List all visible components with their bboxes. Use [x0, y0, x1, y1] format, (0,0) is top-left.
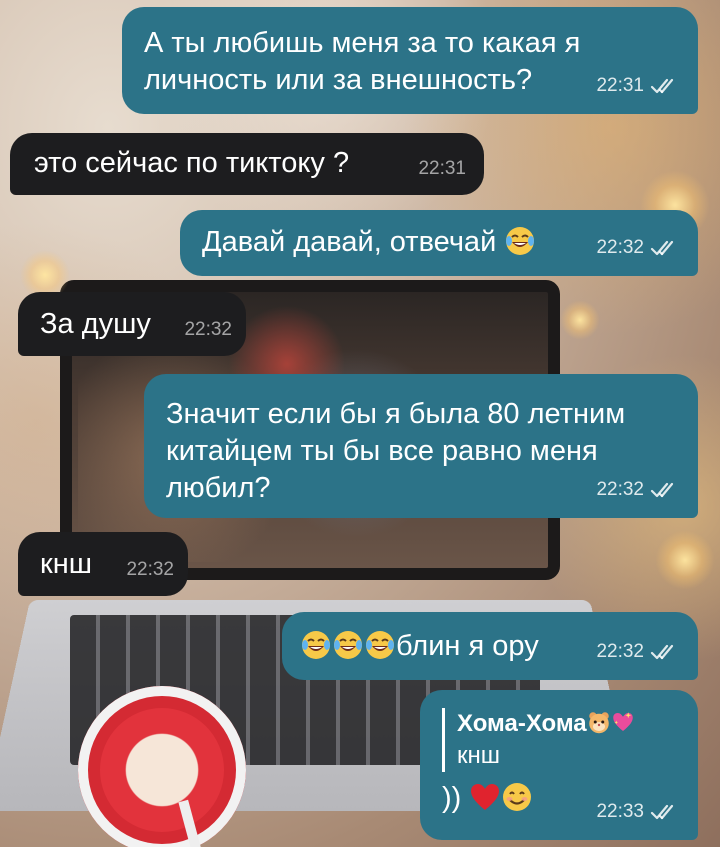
- reply-author: Хома-Хома: [457, 708, 682, 740]
- message-text: )): [442, 782, 462, 814]
- double-check-icon: [650, 643, 680, 661]
- face-with-tears-of-joy-icon: [364, 629, 396, 661]
- message-meta: 22:32: [596, 471, 680, 508]
- message-meta: 22:31: [596, 67, 680, 104]
- message-outgoing[interactable]: А ты любишь меня за то какая я личность …: [122, 7, 698, 114]
- message-outgoing[interactable]: блин я ору 22:32: [282, 612, 698, 680]
- message-meta: 22:32: [596, 633, 680, 670]
- lollipop: [78, 686, 246, 847]
- message-incoming[interactable]: За душу 22:32: [18, 292, 246, 356]
- face-with-tears-of-joy-icon: [300, 629, 332, 661]
- hamster-face-icon: [587, 710, 611, 734]
- message-time: 22:33: [596, 801, 644, 822]
- smiling-face-icon: [501, 781, 533, 813]
- face-with-tears-of-joy-icon: [332, 629, 364, 661]
- message-text: Давай давай, отвечай: [202, 226, 497, 258]
- message-text: это сейчас по тиктоку ?: [34, 147, 350, 179]
- message-time: 22:32: [184, 319, 232, 340]
- message-meta: 22:32: [184, 311, 232, 348]
- message-time: 22:32: [596, 641, 644, 662]
- message-meta: 22:32: [596, 229, 680, 266]
- reply-quote[interactable]: Хома-Хома кнш: [442, 708, 682, 772]
- message-outgoing-reply[interactable]: Хома-Хома кнш )) 22:33: [420, 690, 698, 840]
- message-time: 22:31: [418, 158, 466, 179]
- message-time: 22:32: [596, 479, 644, 500]
- message-incoming[interactable]: это сейчас по тиктоку ? 22:31: [10, 133, 484, 195]
- reply-text: кнш: [457, 742, 501, 769]
- message-outgoing[interactable]: Значит если бы я была 80 летним китайцем…: [144, 374, 698, 518]
- message-text: блин я ору: [396, 630, 539, 662]
- message-meta: 22:31: [418, 150, 466, 187]
- sparkling-heart-icon: [611, 710, 635, 734]
- message-meta: 22:33: [596, 793, 680, 830]
- double-check-icon: [650, 481, 680, 499]
- message-outgoing[interactable]: Давай давай, отвечай 22:32: [180, 210, 698, 276]
- red-heart-icon: [469, 781, 501, 813]
- double-check-icon: [650, 239, 680, 257]
- message-incoming[interactable]: кнш 22:32: [18, 532, 188, 596]
- double-check-icon: [650, 77, 680, 95]
- message-time: 22:32: [596, 237, 644, 258]
- message-time: 22:31: [596, 75, 644, 96]
- double-check-icon: [650, 803, 680, 821]
- message-meta: 22:32: [126, 551, 174, 588]
- face-with-tears-of-joy-icon: [504, 225, 536, 257]
- message-time: 22:32: [126, 559, 174, 580]
